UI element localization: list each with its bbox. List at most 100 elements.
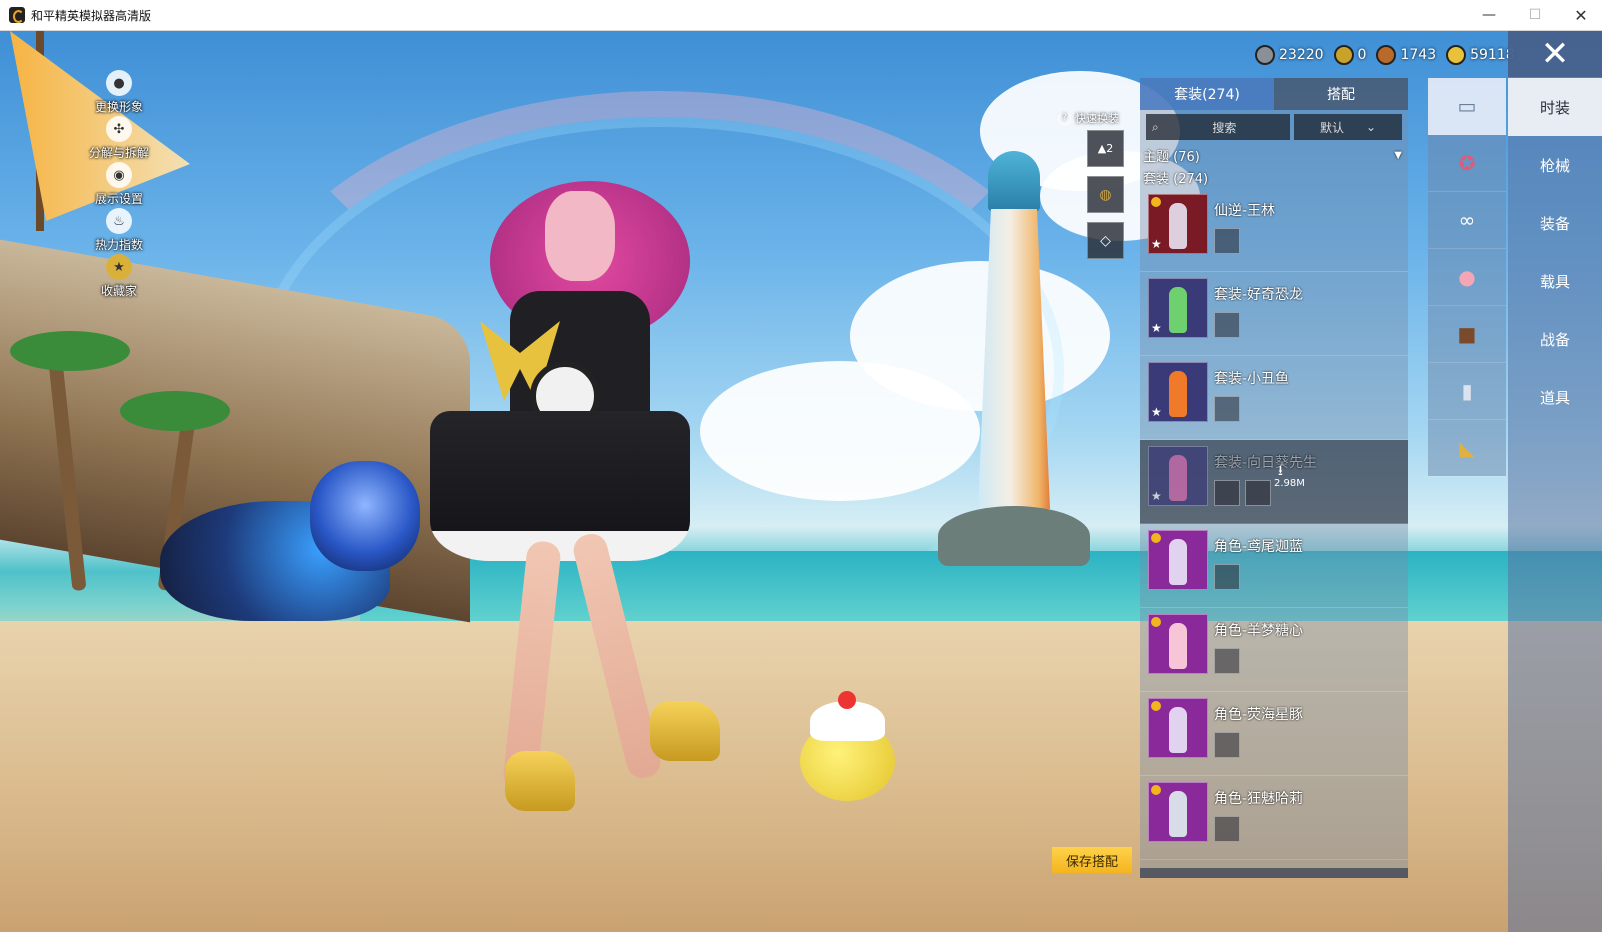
palm-frond [10, 331, 130, 371]
diamond-icon: ◇ [1100, 232, 1111, 249]
maximize-button[interactable]: ☐ [1512, 0, 1558, 30]
menu-heat-index[interactable]: ♨ 热力指数 [74, 208, 164, 254]
motorcycle-icon[interactable]: ✪ [1428, 135, 1506, 192]
category-fashion[interactable]: 时装 [1508, 78, 1602, 136]
triangle-down-icon: ▼ [1394, 149, 1402, 161]
star-icon: ★ [1151, 321, 1162, 335]
currency-bronze: 1743 [1376, 45, 1436, 65]
menu-label: 热力指数 [94, 238, 143, 252]
dragon-pet [130, 441, 430, 661]
item-piece-icon [1214, 816, 1240, 842]
lighthouse [938, 151, 1090, 571]
rank-badge-icon [1151, 617, 1161, 627]
list-item[interactable]: ★ 仙逆-王林 [1140, 188, 1408, 272]
outfit-icon[interactable]: ▭ [1428, 78, 1506, 135]
category-vehicles[interactable]: 载具 [1508, 252, 1602, 310]
slot-count: 2 [1106, 142, 1114, 155]
outfit-list-panel: 套装(274) 搭配 ⌕ 搜索 默认 ⌄ 主题 (76) ▼ 套装 (274) … [1140, 78, 1408, 878]
quick-change-label[interactable]: ? 快速换装 [1058, 110, 1119, 126]
menu-label: 分解与拆解 [88, 146, 149, 160]
save-outfit-button[interactable]: 保存搭配 [1052, 847, 1132, 873]
quick-slot-diamond[interactable]: ◇ [1087, 222, 1124, 259]
list-item[interactable]: 角色-狂魅哈莉 [1140, 776, 1408, 860]
star-icon: ★ [1151, 237, 1162, 251]
currency-value: 0 [1357, 47, 1367, 63]
section-theme[interactable]: 主题 (76) ▼ [1140, 144, 1408, 166]
list-item[interactable]: 角色-荧海星豚 [1140, 692, 1408, 776]
section-sets: 套装 (274) [1140, 166, 1408, 188]
chevron-down-icon: ⌄ [1365, 120, 1377, 134]
currency-silver: 23220 [1255, 45, 1324, 65]
tab-sets[interactable]: 套装(274) [1140, 78, 1274, 110]
menu-label: 收藏家 [100, 284, 137, 298]
item-piece-icon [1214, 312, 1240, 338]
menu-change-appearance[interactable]: ● 更换形象 [74, 70, 164, 116]
figure-icon [1169, 707, 1187, 753]
item-name: 角色-鸢尾迦蓝 [1214, 539, 1304, 555]
sort-dropdown[interactable]: 默认 ⌄ [1294, 114, 1402, 140]
item-thumbnail: ★ [1148, 278, 1208, 338]
pig-mask-icon[interactable]: ● [1428, 249, 1506, 306]
section-sets-label: 套装 (274) [1143, 171, 1209, 187]
menu-label: 展示设置 [94, 192, 143, 206]
item-thumbnail: ★ [1148, 194, 1208, 254]
rank-badge-icon [1151, 785, 1161, 795]
window-title: 和平精英模拟器高清版 [31, 8, 152, 23]
item-piece-icon [1214, 480, 1240, 506]
category-equipment[interactable]: 装备 [1508, 194, 1602, 252]
menu-decompose[interactable]: ✣ 分解与拆解 [74, 116, 164, 162]
category-guns[interactable]: 枪械 [1508, 136, 1602, 194]
list-item[interactable]: 角色-羊梦糖心 [1140, 608, 1408, 692]
jacket-icon[interactable]: ■ [1428, 306, 1506, 363]
menu-display-settings[interactable]: ◉ 展示设置 [74, 162, 164, 208]
gold-shoe [505, 751, 575, 811]
quick-change-text: 快速换装 [1075, 112, 1119, 125]
item-piece-icon [1214, 564, 1240, 590]
list-item[interactable]: ★ 套装-向日葵先生 ⭳ 2.98M [1140, 440, 1408, 524]
category-battle-prep[interactable]: 战备 [1508, 310, 1602, 368]
list-item[interactable]: ★ 套装-小丑鱼 [1140, 356, 1408, 440]
currency-gold: 59118 [1446, 45, 1515, 65]
currency-token: 0 [1333, 45, 1367, 65]
lighthouse-lamp [988, 151, 1040, 211]
character-skirt [430, 411, 690, 561]
medal-icon: ★ [106, 254, 132, 280]
figure-icon [1169, 539, 1187, 585]
chick-comb [838, 691, 856, 709]
item-thumbnail [1148, 782, 1208, 842]
section-theme-label: 主题 (76) [1143, 149, 1200, 165]
item-name: 仙逆-王林 [1214, 203, 1276, 219]
tab-outfits[interactable]: 搭配 [1274, 78, 1408, 110]
chick-pet [800, 691, 895, 801]
panel-scrollbar[interactable] [1140, 868, 1408, 878]
shoes-icon[interactable]: ◣ [1428, 420, 1506, 477]
download-size: 2.98M [1274, 478, 1305, 489]
category-props[interactable]: 道具 [1508, 368, 1602, 426]
close-window-button[interactable]: ✕ [1558, 0, 1602, 30]
star-icon: ★ [1151, 489, 1162, 503]
rank-badge-icon [1151, 197, 1161, 207]
search-input[interactable]: ⌕ 搜索 [1146, 114, 1290, 140]
close-panel-button[interactable]: ✕ [1508, 31, 1602, 77]
currency-value: 23220 [1279, 47, 1324, 63]
rank-badge-icon [1151, 533, 1161, 543]
quick-slot-outfit[interactable]: ▲2 [1087, 130, 1124, 167]
quick-slot-emblem[interactable]: ◍ [1087, 176, 1124, 213]
list-item[interactable]: 角色-鸢尾迦蓝 [1140, 524, 1408, 608]
player-character[interactable] [420, 141, 720, 821]
list-item[interactable]: ★ 套装-好奇恐龙 [1140, 272, 1408, 356]
sort-label: 默认 [1319, 120, 1344, 135]
dragon-head [310, 461, 420, 571]
pants-icon[interactable]: ▮ [1428, 363, 1506, 420]
item-piece-icon [1214, 648, 1240, 674]
item-name: 套装-好奇恐龙 [1214, 287, 1304, 303]
minimize-button[interactable]: — [1466, 0, 1512, 30]
flame-icon: ♨ [106, 208, 132, 234]
menu-collector[interactable]: ★ 收藏家 [74, 254, 164, 300]
item-name: 套装-小丑鱼 [1214, 371, 1290, 387]
item-name: 套装-向日葵先生 [1214, 455, 1318, 471]
bronze-coin-icon [1376, 45, 1397, 65]
subcategory-icon-column: ▭ ✪ ∞ ● ■ ▮ ◣ [1428, 78, 1506, 477]
glasses-icon[interactable]: ∞ [1428, 192, 1506, 249]
item-name: 角色-狂魅哈莉 [1214, 791, 1304, 807]
